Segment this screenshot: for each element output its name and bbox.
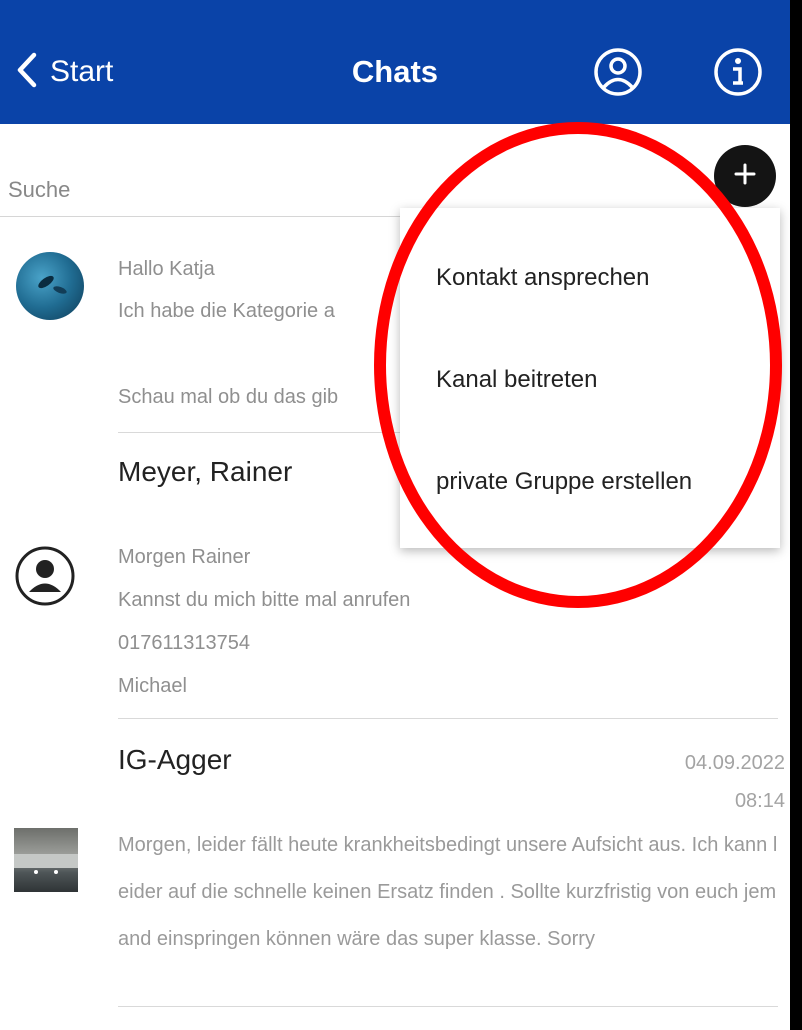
divider	[118, 1006, 778, 1007]
chat-name: IG-Agger	[118, 744, 232, 775]
chat-line: Ich habe die Kategorie a	[118, 300, 335, 322]
chat-line: Schau mal ob du das gib	[118, 386, 339, 408]
add-button[interactable]	[714, 145, 776, 207]
chat-line: Hallo Katja	[118, 258, 215, 280]
chat-name: Meyer, Rainer	[118, 456, 293, 487]
chat-line: Morgen Rainer	[118, 546, 251, 568]
app-screen: Start Chats Suche Hallo Katja Ich habe d…	[0, 0, 790, 1030]
info-button[interactable]	[712, 46, 764, 98]
divider	[118, 718, 778, 719]
chat-avatar	[16, 252, 84, 320]
page-title: Chats	[351, 54, 439, 89]
top-app-bar: Start Chats	[0, 0, 790, 124]
chat-line: Kannst du mich bitte mal anrufen	[118, 589, 411, 611]
person-placeholder-icon	[14, 545, 76, 607]
menu-item-private-gruppe-erstellen[interactable]: private Gruppe erstellen	[436, 468, 692, 496]
chat-date: 04.09.2022	[684, 752, 785, 774]
profile-button[interactable]	[592, 46, 644, 98]
add-menu: Kontakt ansprechen Kanal beitreten priva…	[400, 208, 780, 548]
screen-edge	[790, 0, 802, 1030]
chat-time: 08:14	[734, 790, 785, 812]
chat-avatar	[14, 828, 78, 892]
chat-preview: Morgen, leider fällt heute krankheitsbed…	[118, 834, 778, 950]
user-circle-icon	[592, 48, 644, 102]
search-underline	[0, 216, 400, 217]
chat-line: 017611313754	[118, 632, 250, 654]
chat-line: Michael	[118, 675, 187, 697]
menu-item-kontakt-ansprechen[interactable]: Kontakt ansprechen	[436, 264, 649, 292]
menu-item-kanal-beitreten[interactable]: Kanal beitreten	[436, 366, 597, 394]
info-circle-icon	[712, 48, 764, 102]
plus-icon	[733, 162, 757, 191]
